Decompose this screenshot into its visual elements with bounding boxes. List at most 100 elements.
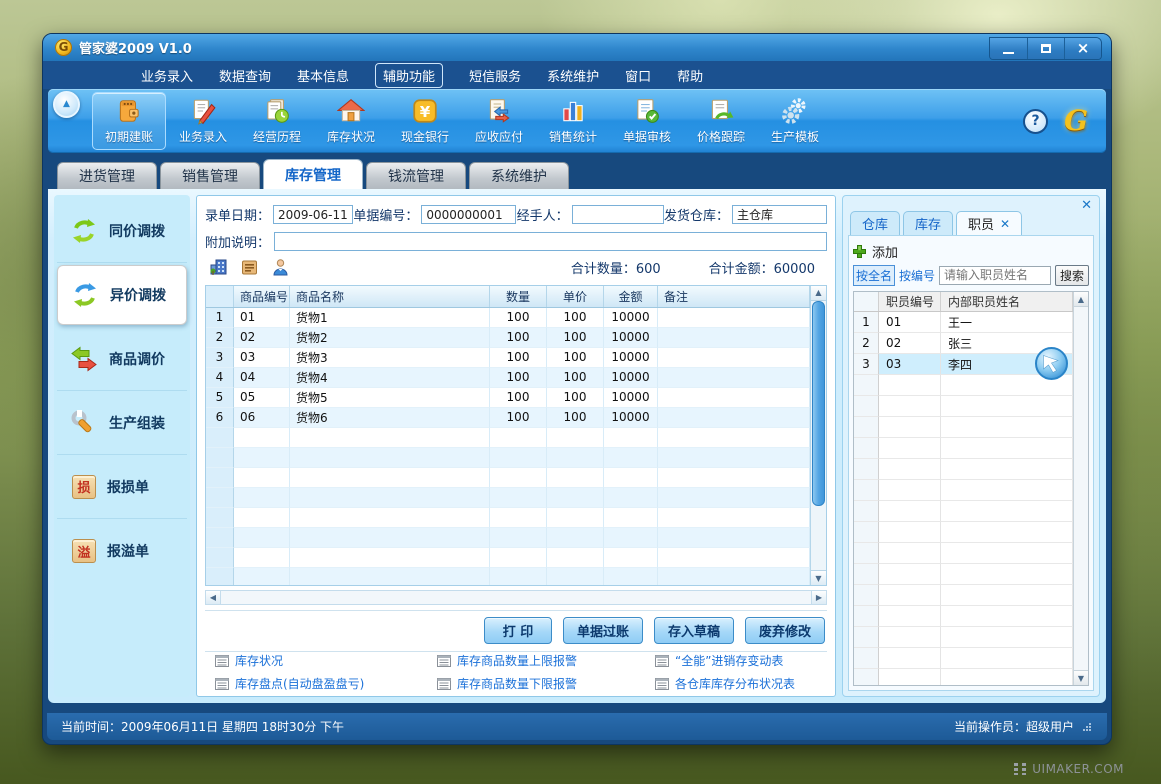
resize-grip[interactable] (1082, 722, 1091, 731)
link-lower-limit-alert[interactable]: 库存商品数量下限报警 (437, 675, 655, 692)
filter-by-fullname[interactable]: 按全名 (853, 265, 895, 286)
staff-search-input[interactable] (939, 266, 1051, 285)
handler-input[interactable] (572, 205, 664, 224)
entry-date-input[interactable] (273, 205, 353, 224)
toolbar-cash-bank-button[interactable]: ¥ 现金银行 (388, 92, 462, 150)
menu-item-system-maintain[interactable]: 系统维护 (547, 66, 599, 85)
maximize-button[interactable] (1027, 38, 1064, 59)
staff-row[interactable]: 101王一 (854, 312, 1073, 333)
scroll-left-icon[interactable]: ◀ (206, 591, 221, 604)
tab-close-icon[interactable]: ✕ (1000, 218, 1010, 230)
sidebar-item-production-assembly[interactable]: 生产组装 (57, 391, 187, 455)
menu-item-data-query[interactable]: 数据查询 (219, 66, 271, 85)
vertical-scrollbar[interactable]: ▲ ▼ (810, 286, 826, 585)
add-button[interactable]: 添加 (853, 240, 1089, 262)
toolbar-inventory-status-button[interactable]: 库存状况 (314, 92, 388, 150)
staff-empty-row[interactable] (854, 669, 1073, 686)
filter-by-code[interactable]: 按编号 (899, 267, 935, 284)
discard-changes-button[interactable]: 废弃修改 (745, 617, 825, 644)
toolbar-sales-stats-button[interactable]: 销售统计 (536, 92, 610, 150)
staff-empty-row[interactable] (854, 501, 1073, 522)
scroll-up-icon[interactable]: ▲ (811, 286, 826, 301)
table-row[interactable]: 404货物410010010000 (206, 368, 810, 388)
scroll-down-icon[interactable]: ▼ (1074, 670, 1088, 685)
sidebar-item-overflow-report[interactable]: 溢 报溢单 (57, 519, 187, 583)
print-button[interactable]: 打 印 (484, 617, 552, 644)
ship-warehouse-input[interactable] (732, 205, 827, 224)
tab-sales-management[interactable]: 销售管理 (160, 162, 260, 189)
table-empty-row[interactable] (206, 528, 810, 548)
staff-empty-row[interactable] (854, 438, 1073, 459)
staff-empty-row[interactable] (854, 564, 1073, 585)
menu-item-help[interactable]: 帮助 (677, 66, 703, 85)
tab-stock[interactable]: 库存 (903, 211, 953, 235)
tab-cashflow-management[interactable]: 钱流管理 (366, 162, 466, 189)
table-empty-row[interactable] (206, 488, 810, 508)
table-row[interactable]: 303货物310010010000 (206, 348, 810, 368)
staff-empty-row[interactable] (854, 648, 1073, 669)
tab-staff[interactable]: 职员 ✕ (956, 211, 1022, 235)
toolbar-history-button[interactable]: 经营历程 (240, 92, 314, 150)
toolbar-business-entry-button[interactable]: 业务录入 (166, 92, 240, 150)
staff-empty-row[interactable] (854, 627, 1073, 648)
warehouse-icon[interactable] (209, 258, 228, 277)
sidebar-item-price-adjust[interactable]: 商品调价 (57, 327, 187, 391)
sidebar-item-same-price-transfer[interactable]: 同价调拨 (57, 199, 187, 263)
toolbar-audit-button[interactable]: 单据审核 (610, 92, 684, 150)
scroll-up-icon[interactable]: ▲ (1074, 292, 1088, 307)
search-button[interactable]: 搜索 (1055, 265, 1089, 286)
staff-empty-row[interactable] (854, 459, 1073, 480)
toolbar-initial-setup-button[interactable]: 初期建账 (92, 92, 166, 150)
table-empty-row[interactable] (206, 548, 810, 568)
menu-item-sms[interactable]: 短信服务 (469, 66, 521, 85)
table-row[interactable]: 606货物610010010000 (206, 408, 810, 428)
help-icon[interactable]: ? (1023, 109, 1048, 134)
link-upper-limit-alert[interactable]: 库存商品数量上限报警 (437, 652, 655, 669)
link-warehouse-distribution[interactable]: 各仓库库存分布状况表 (655, 675, 827, 692)
close-button[interactable]: × (1064, 38, 1101, 59)
toolbar-price-tracking-button[interactable]: 价格跟踪 (684, 92, 758, 150)
tab-system-maintenance[interactable]: 系统维护 (469, 162, 569, 189)
menu-item-window[interactable]: 窗口 (625, 66, 651, 85)
save-draft-button[interactable]: 存入草稿 (654, 617, 734, 644)
staff-empty-row[interactable] (854, 606, 1073, 627)
minimize-button[interactable] (990, 38, 1027, 59)
sidebar-item-diff-price-transfer[interactable]: 异价调拨 (57, 265, 187, 325)
link-inventory-status[interactable]: 库存状况 (215, 652, 437, 669)
staff-empty-row[interactable] (854, 522, 1073, 543)
note-input[interactable] (274, 232, 827, 251)
tab-purchase-management[interactable]: 进货管理 (57, 162, 157, 189)
scroll-down-icon[interactable]: ▼ (811, 570, 826, 585)
toolbar-receivable-payable-button[interactable]: 应收应付 (462, 92, 536, 150)
staff-icon[interactable] (271, 258, 290, 277)
scrollbar-thumb[interactable] (812, 301, 825, 506)
staff-empty-row[interactable] (854, 396, 1073, 417)
staff-empty-row[interactable] (854, 480, 1073, 501)
table-empty-row[interactable] (206, 508, 810, 528)
scroll-right-icon[interactable]: ▶ (811, 591, 826, 604)
menu-item-auxiliary[interactable]: 辅助功能 (375, 63, 443, 88)
link-omnipotent-change-report[interactable]: “全能”进销存变动表 (655, 652, 827, 669)
collapse-toolbar-button[interactable]: ▲ (53, 91, 80, 118)
staff-scrollbar[interactable]: ▲ ▼ (1073, 292, 1088, 685)
title-bar[interactable]: G 管家婆2009 V1.0 × (43, 34, 1111, 61)
horizontal-scrollbar[interactable]: ◀ ▶ (205, 590, 827, 605)
link-stocktake[interactable]: 库存盘点(自动盘盈盘亏) (215, 675, 437, 692)
staff-empty-row[interactable] (854, 543, 1073, 564)
tab-inventory-management[interactable]: 库存管理 (263, 159, 363, 189)
table-row[interactable]: 202货物210010010000 (206, 328, 810, 348)
table-row[interactable]: 505货物510010010000 (206, 388, 810, 408)
table-empty-row[interactable] (206, 428, 810, 448)
table-empty-row[interactable] (206, 568, 810, 586)
tab-warehouse[interactable]: 仓库 (850, 211, 900, 235)
staff-empty-row[interactable] (854, 417, 1073, 438)
post-document-button[interactable]: 单据过账 (563, 617, 643, 644)
stock-box-icon[interactable] (240, 258, 259, 277)
table-empty-row[interactable] (206, 468, 810, 488)
doc-number-input[interactable] (421, 205, 516, 224)
menu-item-basic-info[interactable]: 基本信息 (297, 66, 349, 85)
sidebar-item-loss-report[interactable]: 损 报损单 (57, 455, 187, 519)
table-empty-row[interactable] (206, 448, 810, 468)
panel-close-icon[interactable]: ✕ (1081, 199, 1092, 212)
toolbar-production-template-button[interactable]: 生产模板 (758, 92, 832, 150)
